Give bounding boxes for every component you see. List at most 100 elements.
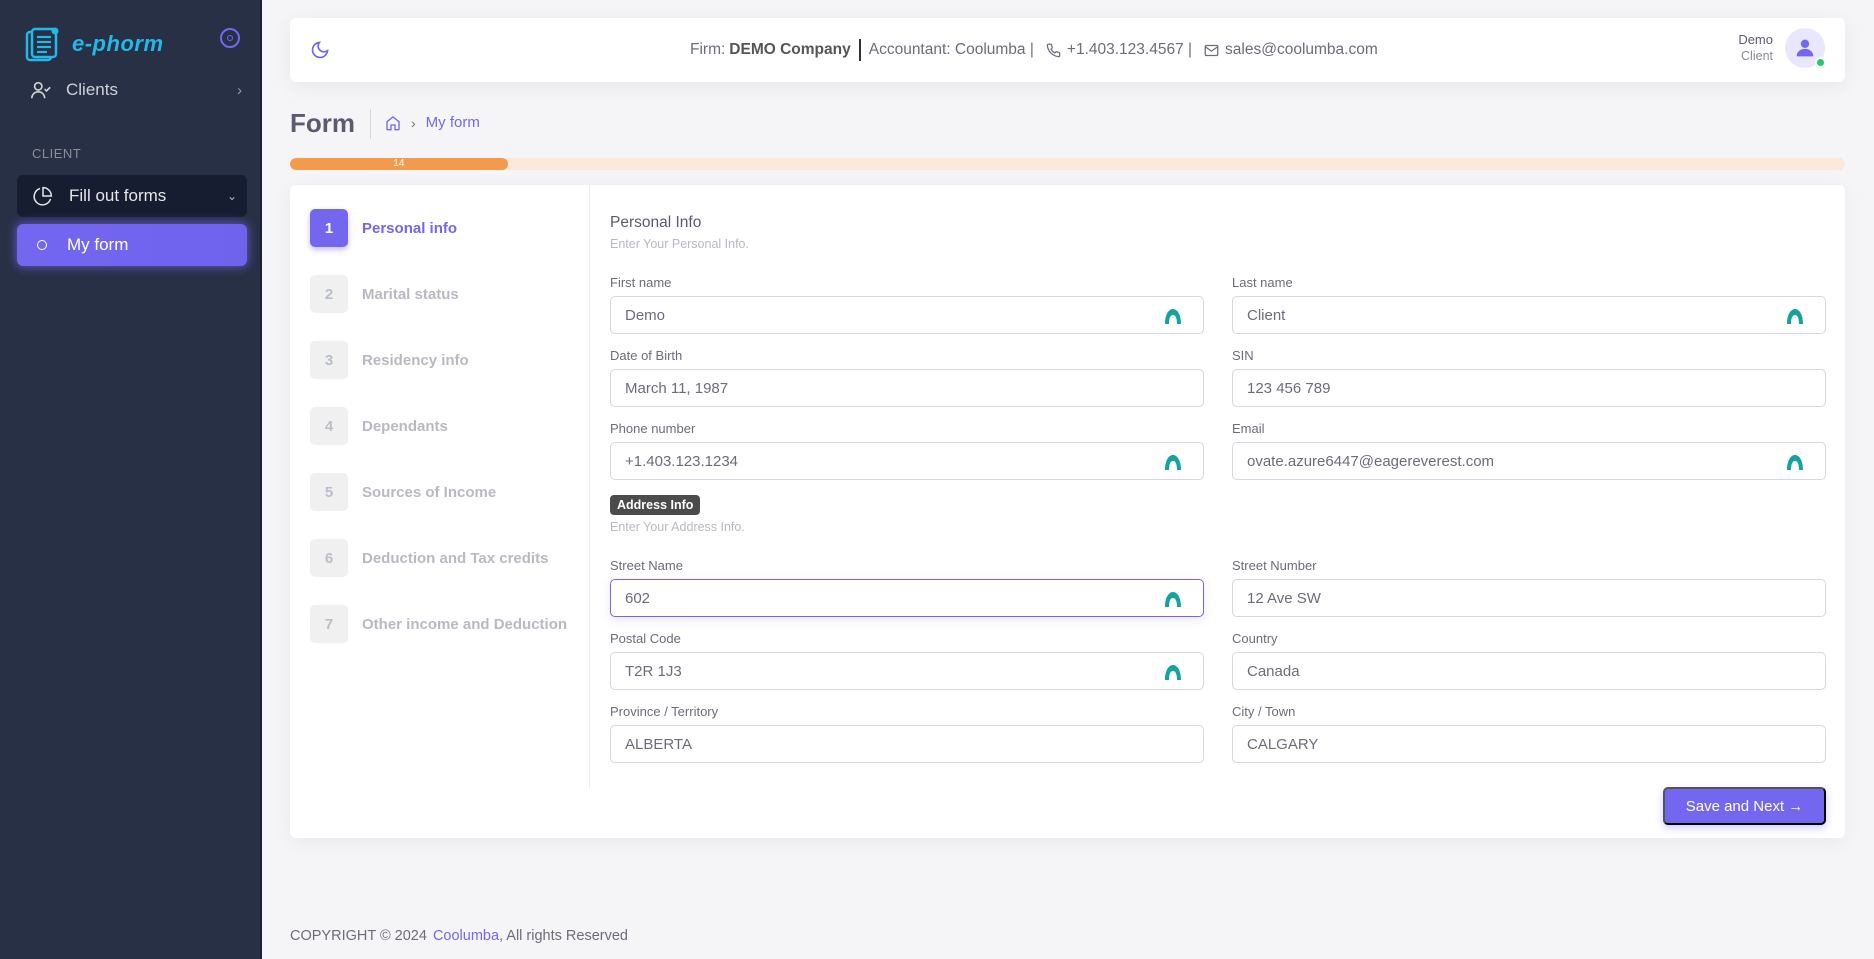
email-field[interactable]: ovate.azure6447@eagereverest.com — [1232, 442, 1826, 480]
breadcrumb-current[interactable]: My form — [426, 114, 480, 131]
step-sources-of-income[interactable]: 5 Sources of Income — [310, 473, 496, 511]
phone-value: +1.403.123.1234 — [625, 452, 739, 470]
breadcrumb: › My form — [385, 114, 480, 131]
step-number: 2 — [310, 275, 348, 313]
firm-info: Firm: DEMO Company Accountant: Coolumba … — [690, 18, 1378, 82]
province-group: Province / Territory ALBERTA — [610, 704, 1204, 763]
circle-icon — [37, 240, 47, 250]
province-value: ALBERTA — [625, 735, 692, 753]
step-other-income-deduction[interactable]: 7 Other income and Deduction — [310, 605, 567, 643]
section-subtitle: Enter Your Personal Info. — [610, 237, 749, 251]
address-section-subtitle: Enter Your Address Info. — [610, 520, 745, 534]
grammarly-icon[interactable] — [1163, 306, 1183, 326]
avatar[interactable] — [1785, 28, 1826, 68]
address-section-title: Address Info — [610, 495, 701, 515]
street-number-label: Street Number — [1232, 558, 1317, 573]
step-number: 7 — [310, 605, 348, 643]
street-name-field[interactable]: 602 — [610, 579, 1204, 617]
chevron-right-icon: › — [411, 114, 416, 131]
email-label: Email — [1232, 421, 1265, 436]
sidebar: e-phorm Clients › CLIENT Fill out forms … — [0, 0, 262, 959]
sidebar-section-label: CLIENT — [32, 146, 82, 161]
country-field[interactable]: Canada — [1232, 652, 1826, 690]
sidebar-item-clients[interactable]: Clients › — [30, 78, 242, 102]
wizard-steps: 1 Personal info 2 Marital status 3 Resid… — [290, 185, 590, 788]
postal-code-group: Postal Code T2R 1J3 — [610, 631, 1204, 690]
moon-icon[interactable] — [310, 40, 330, 60]
last-name-field[interactable]: Client — [1232, 296, 1826, 334]
step-label: Personal info — [362, 219, 458, 237]
dob-label: Date of Birth — [610, 348, 683, 363]
step-label: Deduction and Tax credits — [362, 549, 549, 567]
top-navbar: Firm: DEMO Company Accountant: Coolumba … — [290, 18, 1845, 82]
user-role: Client — [1741, 49, 1773, 63]
province-label: Province / Territory — [610, 704, 719, 719]
mail-icon — [1204, 44, 1219, 56]
form-card: 1 Personal info 2 Marital status 3 Resid… — [290, 185, 1845, 838]
postal-code-label: Postal Code — [610, 631, 681, 646]
country-group: Country Canada — [1232, 631, 1826, 690]
accountant-text: Accountant: Coolumba | — [868, 41, 1034, 58]
step-personal-info[interactable]: 1 Personal info — [310, 209, 457, 247]
province-field[interactable]: ALBERTA — [610, 725, 1204, 763]
city-value: CALGARY — [1247, 735, 1319, 753]
phone-field[interactable]: +1.403.123.1234 — [610, 442, 1204, 480]
last-name-group: Last name Client — [1232, 275, 1826, 334]
sidebar-item-label: Fill out forms — [69, 186, 167, 205]
city-group: City / Town CALGARY — [1232, 704, 1826, 763]
step-label: Sources of Income — [362, 483, 497, 501]
online-status-dot — [1815, 57, 1826, 68]
first-name-value: Demo — [625, 306, 666, 324]
grammarly-icon[interactable] — [1163, 452, 1183, 472]
grammarly-icon[interactable] — [1163, 662, 1183, 682]
sidebar-item-fill-out-forms[interactable]: Fill out forms ⌄ — [17, 175, 247, 217]
sidebar-item-label: Clients — [66, 80, 118, 99]
step-deduction-tax-credits[interactable]: 6 Deduction and Tax credits — [310, 539, 548, 577]
step-number: 3 — [310, 341, 348, 379]
last-name-label: Last name — [1232, 275, 1293, 290]
sin-group: SIN 123 456 789 — [1232, 348, 1826, 407]
grammarly-icon[interactable] — [1785, 452, 1805, 472]
firm-email[interactable]: sales@coolumba.com — [1225, 41, 1378, 59]
step-number: 5 — [310, 473, 348, 511]
step-dependants[interactable]: 4 Dependants — [310, 407, 448, 445]
page-title: Form — [290, 108, 355, 138]
city-label: City / Town — [1232, 704, 1296, 719]
section-title: Personal Info — [610, 214, 702, 231]
sin-field[interactable]: 123 456 789 — [1232, 369, 1826, 407]
sidebar-item-my-form[interactable]: My form — [17, 224, 247, 266]
rights-text: , All rights Reserved — [499, 928, 628, 944]
first-name-field[interactable]: Demo — [610, 296, 1204, 334]
user-menu[interactable]: Demo Client — [1738, 28, 1826, 68]
sidebar-item-label: My form — [67, 235, 129, 254]
divider — [858, 39, 861, 61]
step-number: 1 — [310, 209, 348, 247]
brand-logo[interactable]: e-phorm — [24, 26, 164, 62]
city-field[interactable]: CALGARY — [1232, 725, 1826, 763]
form-progress-bar: 14 — [290, 158, 1845, 170]
sin-label: SIN — [1232, 348, 1254, 363]
street-number-field[interactable]: 12 Ave SW — [1232, 579, 1826, 617]
phone-icon — [1046, 43, 1061, 57]
grammarly-icon[interactable] — [1163, 589, 1183, 609]
firm-name: DEMO Company — [729, 41, 851, 58]
company-link[interactable]: Coolumba — [433, 928, 499, 944]
grammarly-icon[interactable] — [1785, 306, 1805, 326]
firm-prefix: Firm: — [690, 41, 726, 58]
save-and-next-label: Save and Next → — [1685, 797, 1804, 815]
home-icon[interactable] — [385, 115, 401, 131]
firm-phone[interactable]: +1.403.123.4567 | — [1067, 41, 1192, 59]
dob-field[interactable]: March 11, 1987 — [610, 369, 1204, 407]
user-name: Demo — [1738, 32, 1773, 47]
step-label: Other income and Deduction — [362, 615, 568, 633]
save-and-next-button[interactable]: Save and Next → — [1663, 787, 1826, 825]
street-number-group: Street Number 12 Ave SW — [1232, 558, 1826, 617]
sin-value: 123 456 789 — [1247, 379, 1331, 397]
collapse-icon[interactable] — [220, 28, 240, 48]
step-marital-status[interactable]: 2 Marital status — [310, 275, 459, 313]
postal-code-field[interactable]: T2R 1J3 — [610, 652, 1204, 690]
email-group: Email ovate.azure6447@eagereverest.com — [1232, 421, 1826, 480]
brand-name: e-phorm — [72, 31, 164, 56]
street-name-value: 602 — [625, 589, 651, 607]
step-residency-info[interactable]: 3 Residency info — [310, 341, 469, 379]
